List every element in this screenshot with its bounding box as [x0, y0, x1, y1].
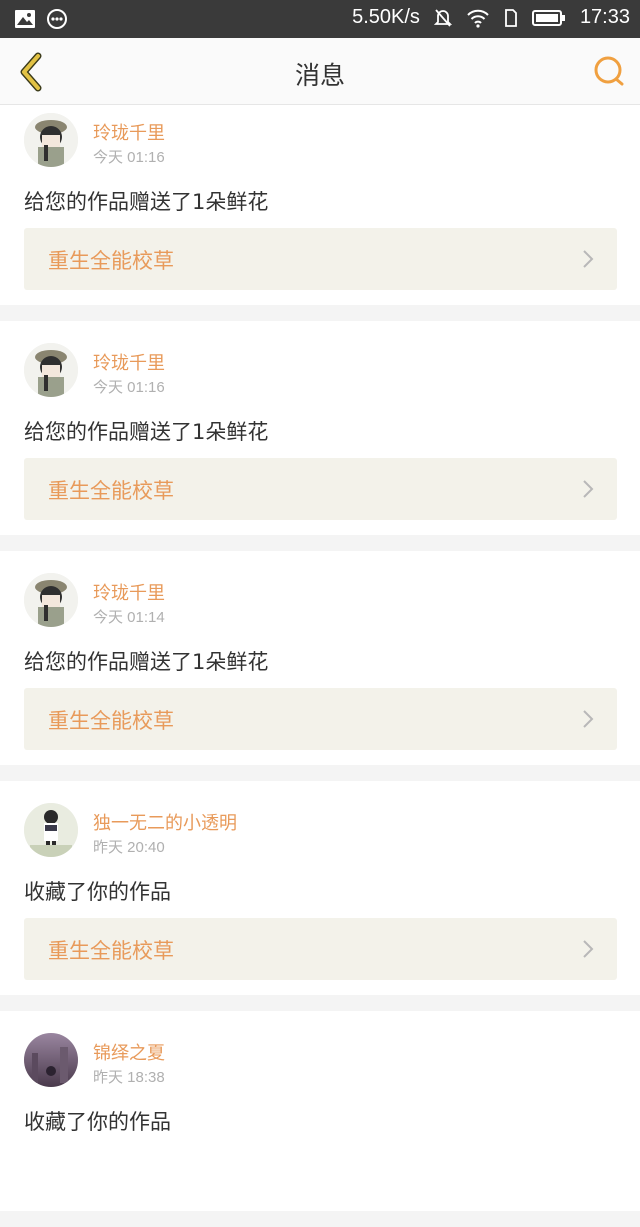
avatar[interactable]	[24, 343, 78, 397]
username[interactable]: 锦绎之夏	[93, 1039, 165, 1065]
username[interactable]: 玲珑千里	[93, 119, 165, 145]
message-text: 给您的作品赠送了1朵鲜花	[24, 190, 269, 214]
wifi-icon	[467, 9, 489, 28]
avatar-girl-hat-image	[24, 343, 78, 397]
message-text: 收藏了你的作品	[24, 880, 171, 904]
battery-icon	[531, 9, 565, 26]
image-icon	[15, 10, 35, 28]
username[interactable]: 玲珑千里	[93, 579, 165, 605]
timestamp: 今天 01:16	[93, 379, 165, 396]
timestamp: 昨天 18:38	[93, 1069, 165, 1086]
message-text: 给您的作品赠送了1朵鲜花	[24, 650, 269, 674]
work-link[interactable]: 重生全能校草	[24, 918, 617, 980]
username[interactable]: 独一无二的小透明	[93, 809, 237, 835]
chevron-right-icon	[583, 940, 594, 958]
message-card: 独一无二的小透明 昨天 20:40 收藏了你的作品 重生全能校草	[0, 781, 640, 995]
timestamp: 昨天 20:40	[93, 839, 165, 856]
timestamp: 今天 01:16	[93, 149, 165, 166]
avatar[interactable]	[24, 1033, 78, 1087]
sim-icon	[505, 8, 517, 27]
status-left-icons	[14, 8, 68, 30]
avatar[interactable]	[24, 113, 78, 167]
search-icon[interactable]	[592, 54, 626, 88]
message-card: 玲珑千里 今天 01:16 给您的作品赠送了1朵鲜花 重生全能校草	[0, 321, 640, 535]
work-link[interactable]: 重生全能校草	[24, 688, 617, 750]
work-link[interactable]: 重生全能校草	[24, 458, 617, 520]
timestamp: 今天 01:14	[93, 609, 165, 626]
avatar-purple-scene-image	[24, 1033, 78, 1087]
avatar-girl-standing-image	[24, 803, 78, 857]
network-speed: 5.50K/s	[352, 6, 420, 28]
message-card: 玲珑千里 今天 01:16 给您的作品赠送了1朵鲜花 重生全能校草	[0, 105, 640, 305]
avatar[interactable]	[24, 803, 78, 857]
work-title: 重生全能校草	[48, 939, 174, 963]
chevron-right-icon	[583, 480, 594, 498]
work-title: 重生全能校草	[48, 709, 174, 733]
message-card: 玲珑千里 今天 01:14 给您的作品赠送了1朵鲜花 重生全能校草	[0, 551, 640, 765]
mute-icon	[433, 8, 452, 27]
page-title: 消息	[294, 61, 345, 90]
avatar-girl-hat-image	[24, 573, 78, 627]
work-title: 重生全能校草	[48, 249, 174, 273]
status-time: 17:33	[579, 6, 630, 28]
message-text: 收藏了你的作品	[24, 1110, 171, 1134]
avatar[interactable]	[24, 573, 78, 627]
username[interactable]: 玲珑千里	[93, 349, 165, 375]
status-right: 5.50K/s 17:33	[352, 6, 630, 29]
top-nav-bar: 消息	[0, 38, 640, 105]
message-list: 玲珑千里 今天 01:16 给您的作品赠送了1朵鲜花 重生全能校草 玲珑千里 今…	[0, 105, 640, 1227]
message-text: 给您的作品赠送了1朵鲜花	[24, 420, 269, 444]
chevron-right-icon	[583, 710, 594, 728]
more-circle-icon	[47, 9, 67, 29]
work-link[interactable]: 重生全能校草	[24, 228, 617, 290]
avatar-girl-hat-image	[24, 113, 78, 167]
status-bar: 5.50K/s 17:33	[0, 0, 640, 38]
work-title: 重生全能校草	[48, 479, 174, 503]
message-card: 锦绎之夏 昨天 18:38 收藏了你的作品	[0, 1011, 640, 1211]
chevron-right-icon	[583, 250, 594, 268]
